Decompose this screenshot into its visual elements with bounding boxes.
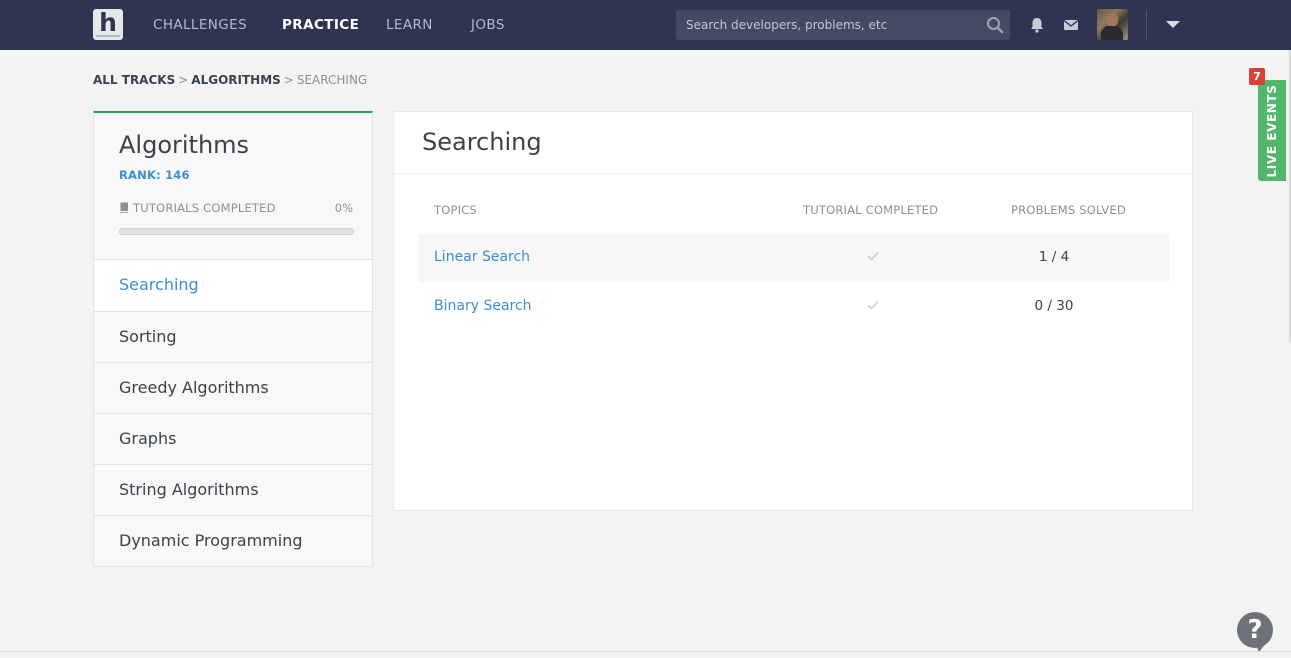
track-title: Algorithms (119, 131, 250, 159)
column-header-topics: TOPICS (434, 203, 477, 217)
problems-solved: 1 / 4 (1038, 249, 1070, 265)
category-searching[interactable]: Searching (94, 260, 372, 311)
nav-challenges[interactable]: CHALLENGES (153, 0, 247, 50)
page-title: Searching (422, 128, 542, 156)
nav-learn[interactable]: LEARN (386, 0, 433, 50)
bell-icon[interactable] (1027, 15, 1047, 35)
category-graphs[interactable]: Graphs (94, 413, 372, 464)
avatar[interactable] (1097, 9, 1128, 40)
track-rank[interactable]: RANK: 146 (119, 168, 190, 182)
chevron-down-icon[interactable] (1166, 21, 1180, 28)
track-summary-card: Algorithms RANK: 146 TUTORIALS COMPLETED… (93, 111, 373, 260)
table-row: Binary Search 0 / 30 (419, 283, 1169, 331)
table-row: Linear Search 1 / 4 (419, 234, 1169, 282)
live-events-tab[interactable]: LIVE EVENTS (1258, 80, 1286, 181)
category-list: Searching Sorting Greedy Algorithms Grap… (93, 259, 373, 567)
topic-link-binary-search[interactable]: Binary Search (434, 298, 532, 314)
breadcrumb-separator: > (283, 73, 294, 87)
topics-card: Searching TOPICS TUTORIAL COMPLETED PROB… (393, 111, 1193, 511)
tutorials-completed-percent: 0% (334, 201, 353, 215)
breadcrumb: ALL TRACKS > ALGORITHMS > SEARCHING (93, 73, 367, 87)
live-events-label: LIVE EVENTS (1265, 84, 1279, 177)
mail-icon[interactable] (1061, 15, 1081, 35)
live-events-badge: 7 (1249, 68, 1265, 85)
nav-practice[interactable]: PRACTICE (282, 0, 359, 50)
problems-solved: 0 / 30 (1034, 298, 1074, 314)
check-icon (867, 300, 879, 310)
nav-jobs[interactable]: JOBS (471, 0, 505, 50)
category-greedy-algorithms[interactable]: Greedy Algorithms (94, 362, 372, 413)
nav-divider (1146, 10, 1147, 40)
title-divider (394, 173, 1192, 174)
category-dynamic-programming[interactable]: Dynamic Programming (94, 515, 372, 566)
search-icon[interactable] (986, 16, 1004, 34)
breadcrumb-separator: > (178, 73, 189, 87)
book-icon (120, 202, 128, 213)
category-string-algorithms[interactable]: String Algorithms (94, 464, 372, 515)
tutorials-progress-bar (119, 228, 354, 235)
avatar-torso (1101, 26, 1123, 40)
column-header-tutorial-completed: TUTORIAL COMPLETED (803, 203, 939, 217)
breadcrumb-all-tracks[interactable]: ALL TRACKS (93, 73, 175, 87)
top-navbar: h CHALLENGES PRACTICE LEARN JOBS (0, 0, 1291, 50)
search-input[interactable] (676, 10, 976, 40)
page-bottom-divider (0, 651, 1291, 652)
category-sorting[interactable]: Sorting (94, 311, 372, 362)
tutorials-completed-text: TUTORIALS COMPLETED (133, 201, 276, 215)
breadcrumb-algorithms[interactable]: ALGORITHMS (191, 73, 281, 87)
topic-link-linear-search[interactable]: Linear Search (434, 249, 530, 265)
hackerrank-logo[interactable]: h (93, 9, 123, 40)
avatar-face (1106, 13, 1118, 27)
breadcrumb-current: SEARCHING (296, 73, 368, 87)
check-icon (867, 251, 879, 261)
tutorials-completed-label: TUTORIALS COMPLETED (119, 201, 276, 215)
search-box (676, 10, 1010, 40)
column-header-problems-solved: PROBLEMS SOLVED (1011, 203, 1126, 217)
